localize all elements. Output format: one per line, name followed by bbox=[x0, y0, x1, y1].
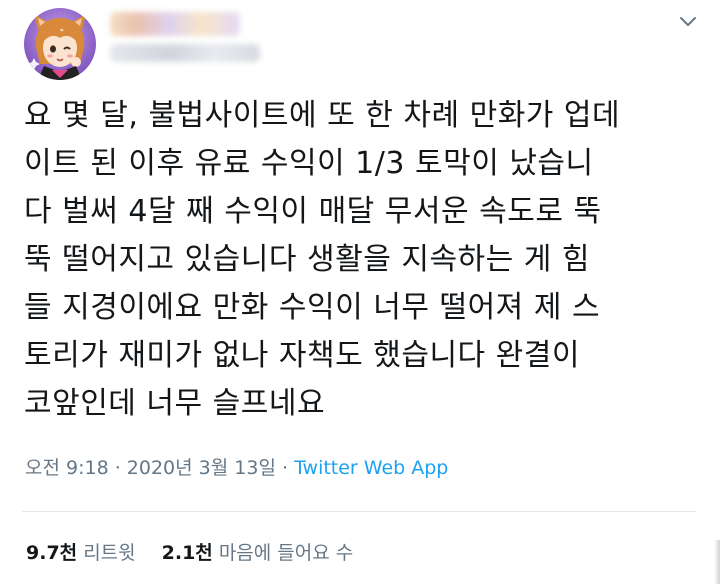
likes-label: 마음에 들어요 수 bbox=[218, 542, 354, 564]
tweet-time[interactable]: 오전 9:18 bbox=[25, 457, 109, 479]
likes-count: 2.1천 bbox=[161, 542, 213, 564]
retweets-label: 리트윗 bbox=[83, 542, 136, 564]
tweet-menu-button[interactable] bbox=[676, 10, 700, 34]
divider bbox=[22, 511, 696, 512]
tweet-source-link[interactable]: Twitter Web App bbox=[294, 457, 448, 479]
retweets-stat[interactable]: 9.7천 리트윗 bbox=[26, 542, 136, 564]
meta-separator: · bbox=[275, 457, 295, 479]
meta-separator: · bbox=[108, 457, 127, 479]
author-name[interactable] bbox=[110, 12, 240, 36]
likes-stat[interactable]: 2.1천 마음에 들어요 수 bbox=[162, 542, 354, 564]
author-handle[interactable] bbox=[110, 44, 260, 62]
edge-shadow bbox=[714, 540, 720, 584]
cartoon-avatar-icon bbox=[28, 14, 86, 80]
tweet-date[interactable]: 2020년 3월 13일 bbox=[127, 457, 276, 479]
chevron-down-icon bbox=[680, 17, 696, 26]
tweet-text: 요 몇 달, 불법사이트에 또 한 차례 만화가 업데 이트 된 이후 유료 수… bbox=[24, 98, 621, 421]
tweet-stats: 9.7천 리트윗 2.1천 마음에 들어요 수 bbox=[26, 538, 353, 565]
tweet-meta: 오전 9:18 · 2020년 3월 13일 · Twitter Web App bbox=[25, 453, 448, 480]
retweets-count: 9.7천 bbox=[26, 542, 78, 564]
author-info[interactable] bbox=[110, 10, 260, 68]
avatar[interactable] bbox=[24, 8, 96, 80]
